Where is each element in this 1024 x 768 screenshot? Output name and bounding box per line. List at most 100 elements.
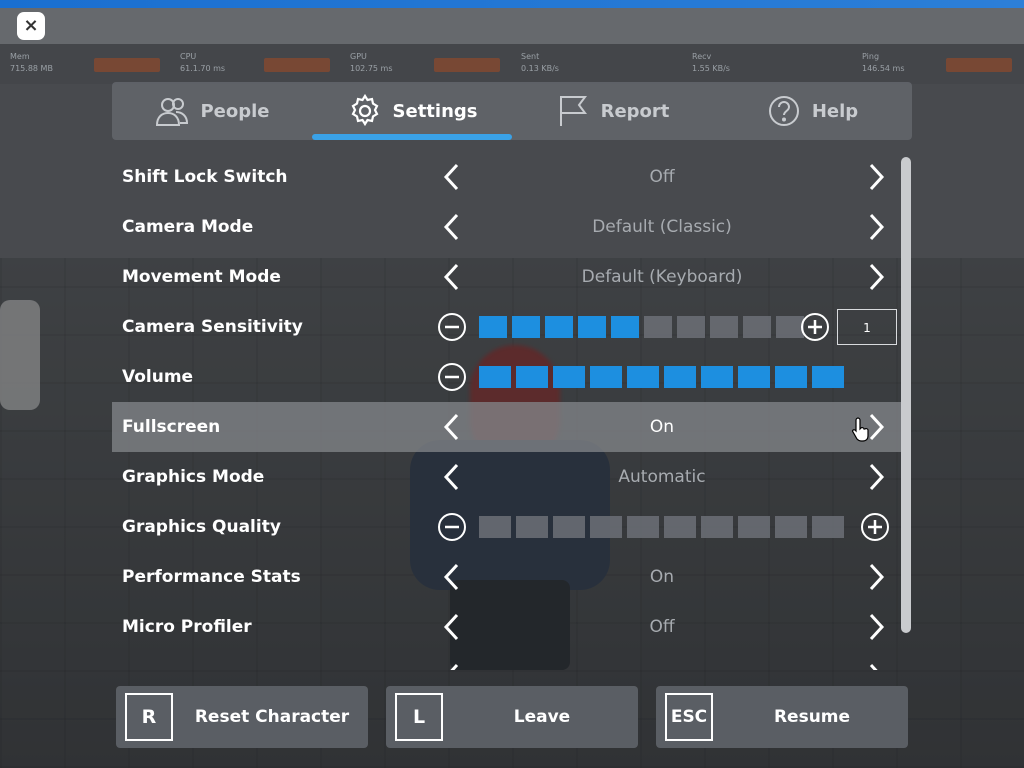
plus-circle-icon[interactable]	[860, 512, 890, 542]
slider-segment[interactable]	[644, 316, 672, 338]
slider-segment[interactable]	[611, 316, 639, 338]
stat-bar	[94, 58, 160, 72]
setting-label: Graphics Quality	[122, 517, 281, 537]
resume-button[interactable]: ESC Resume	[656, 686, 908, 748]
active-tab-indicator	[312, 134, 512, 140]
slider-segment[interactable]	[738, 516, 770, 538]
slider-segment[interactable]	[677, 316, 705, 338]
slider-segment[interactable]	[664, 366, 696, 388]
slider-segment[interactable]	[479, 366, 511, 388]
slider-segment[interactable]	[512, 316, 540, 338]
slider-segment[interactable]	[743, 316, 771, 338]
minus-circle-icon[interactable]	[437, 362, 467, 392]
setting-movement-mode: Movement Mode Default (Keyboard)	[112, 252, 902, 302]
button-label: Reset Character	[194, 707, 350, 727]
slider-segment[interactable]	[812, 516, 844, 538]
slider-segment[interactable]	[516, 516, 548, 538]
window-top-strip	[0, 0, 1024, 8]
sensitivity-slider[interactable]	[479, 316, 804, 338]
graphics-quality-slider[interactable]	[479, 516, 844, 538]
setting-fullscreen: Fullscreen On	[112, 402, 902, 452]
slider-segment[interactable]	[590, 516, 622, 538]
stat-value: 146.54 ms	[862, 64, 905, 73]
stat-sent: Sent 0.13 KB/s	[511, 50, 681, 80]
sensitivity-value-input[interactable]: 1	[837, 309, 897, 345]
setting-value: Default (Keyboard)	[581, 267, 743, 287]
chevron-right-icon[interactable]	[860, 212, 890, 242]
slider-segment[interactable]	[553, 366, 585, 388]
slider-segment[interactable]	[701, 516, 733, 538]
slider-segment[interactable]	[578, 316, 606, 338]
slider-segment[interactable]	[775, 366, 807, 388]
chevron-right-icon[interactable]	[860, 662, 890, 670]
stat-mem: Mem 715.88 MB	[0, 50, 170, 80]
stat-value: 1.55 KB/s	[692, 64, 730, 73]
setting-micro-profiler: Micro Profiler Off	[112, 602, 902, 652]
chevron-right-icon[interactable]	[860, 462, 890, 492]
stat-recv: Recv 1.55 KB/s	[682, 50, 852, 80]
slider-segment[interactable]	[590, 366, 622, 388]
setting-label: Fullscreen	[122, 417, 221, 437]
plus-circle-icon[interactable]	[800, 312, 830, 342]
slider-segment[interactable]	[479, 516, 511, 538]
chevron-right-icon[interactable]	[860, 162, 890, 192]
slider-segment[interactable]	[812, 366, 844, 388]
close-menu-button[interactable]: ×	[17, 12, 45, 40]
setting-value: Automatic	[618, 467, 706, 487]
setting-label: Shift Lock Switch	[122, 167, 288, 187]
gear-icon	[351, 93, 378, 127]
setting-value: Off	[649, 617, 675, 637]
hotkey-badge: L	[395, 693, 443, 741]
slider-segment[interactable]	[710, 316, 738, 338]
slider-segment[interactable]	[553, 516, 585, 538]
setting-label: Movement Mode	[122, 267, 281, 287]
minus-circle-icon[interactable]	[437, 512, 467, 542]
slider-segment[interactable]	[775, 516, 807, 538]
button-label: Resume	[773, 707, 851, 727]
slider-segment[interactable]	[701, 366, 733, 388]
settings-scrollbar[interactable]	[901, 157, 911, 633]
setting-graphics-mode: Graphics Mode Automatic	[112, 452, 902, 502]
stat-key: Ping	[862, 52, 880, 61]
chevron-right-icon[interactable]	[860, 262, 890, 292]
setting-label: Micro Profiler	[122, 617, 252, 637]
hotkey-badge: ESC	[665, 693, 713, 741]
setting-camera-sensitivity: Camera Sensitivity 1	[112, 302, 902, 352]
tab-help[interactable]: Help	[712, 82, 912, 140]
setting-camera-mode: Camera Mode Default (Classic)	[112, 202, 902, 252]
tab-settings[interactable]: Settings	[312, 82, 512, 140]
setting-label: Performance Stats	[122, 567, 301, 587]
chevron-right-icon[interactable]	[860, 562, 890, 592]
slider-segment[interactable]	[627, 366, 659, 388]
setting-volume: Volume	[112, 352, 902, 402]
setting-label: Camera Mode	[122, 217, 254, 237]
minus-circle-icon[interactable]	[437, 312, 467, 342]
volume-slider[interactable]	[479, 366, 844, 388]
leave-button[interactable]: L Leave	[386, 686, 638, 748]
slider-segment[interactable]	[664, 516, 696, 538]
slider-segment[interactable]	[516, 366, 548, 388]
question-icon	[768, 96, 799, 126]
button-label: Leave	[513, 707, 571, 727]
slider-segment[interactable]	[479, 316, 507, 338]
stat-value: 102.75 ms	[350, 64, 393, 73]
stat-key: CPU	[180, 52, 197, 61]
hand-cursor-icon	[852, 417, 869, 442]
tab-people[interactable]: People	[112, 82, 312, 140]
hotkey-badge: R	[125, 693, 173, 741]
slider-segment[interactable]	[545, 316, 573, 338]
setting-shift-lock-switch: Shift Lock Switch Off	[112, 152, 902, 202]
tab-label: Report	[600, 100, 670, 122]
slider-segment[interactable]	[627, 516, 659, 538]
reset-character-button[interactable]: R Reset Character	[116, 686, 368, 748]
chevron-left-icon[interactable]	[438, 662, 468, 670]
setting-graphics-quality: Graphics Quality	[112, 502, 902, 552]
tab-label: Help	[811, 100, 859, 122]
tab-report[interactable]: Report	[512, 82, 712, 140]
setting-value: Default (Classic)	[592, 217, 732, 237]
menu-tab-bar: People Settings Report Help	[112, 82, 912, 140]
setting-value: On	[649, 417, 675, 437]
slider-segment[interactable]	[738, 366, 770, 388]
stat-cpu: CPU 61.1.70 ms	[170, 50, 340, 80]
chevron-right-icon[interactable]	[860, 612, 890, 642]
